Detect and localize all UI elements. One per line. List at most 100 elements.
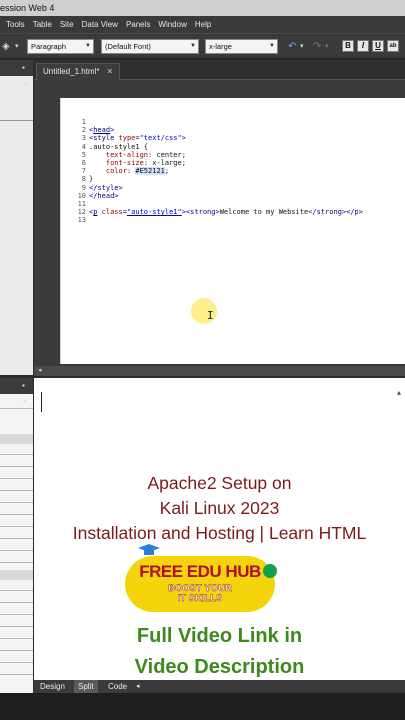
redo-icon[interactable]: ↷ [313, 40, 321, 53]
table-row [0, 590, 33, 591]
line-number: 7 [81, 167, 86, 176]
line-number: 11 [77, 200, 86, 209]
logo-tagline: BOOST YOUR IT SKILLS [125, 583, 275, 604]
preview-icon[interactable]: ◈ [2, 40, 10, 53]
table-row [0, 662, 33, 663]
line-number: 9 [81, 183, 86, 192]
table-row [0, 626, 33, 627]
bold-button[interactable]: B [342, 40, 354, 52]
underline-button[interactable]: U [372, 40, 384, 52]
graduation-cap-icon [138, 544, 160, 555]
scroll-left-icon[interactable]: ◂ [38, 366, 42, 376]
code-line: <style type="text/css"> [89, 134, 186, 143]
close-tab-icon[interactable]: ✕ [106, 67, 113, 76]
view-tabs: Design Split Code ◂ [34, 680, 405, 693]
panel-divider [0, 120, 33, 121]
table-row [0, 502, 33, 503]
line-number: 13 [77, 216, 86, 225]
menu-panels[interactable]: Panels [122, 16, 154, 33]
line-number: 10 [77, 191, 86, 200]
scroll-left-icon[interactable]: ◂ [132, 680, 144, 693]
line-number: 4 [81, 142, 86, 151]
highlight-button[interactable]: ab [387, 40, 399, 52]
code-line: </style> [89, 183, 123, 192]
tab-untitled-1[interactable]: Untitled_1.html* ✕ [36, 63, 121, 80]
document-tab-strip: Untitled_1.html* ✕ [34, 60, 405, 80]
menu-table[interactable]: Table [29, 16, 56, 33]
tab-code[interactable]: Code [104, 680, 131, 693]
italic-button[interactable]: I [357, 40, 369, 52]
menu-data-view[interactable]: Data View [78, 16, 122, 33]
formatting-toolbar: ◈ ▾ Paragraph ▼ (Default Font) ▼ x-large… [0, 33, 405, 59]
close-icon[interactable]: ✕ [22, 79, 29, 88]
left-panel-top-header: ▪ ✕ [0, 60, 33, 88]
table-row [0, 650, 33, 651]
text-caret [41, 392, 42, 412]
chat-bubble-icon [263, 564, 277, 578]
code-line: font-size: x-large; [89, 159, 186, 168]
scroll-up-icon[interactable]: ▴ [397, 388, 401, 397]
pin-icon[interactable]: ▪ [22, 381, 25, 390]
dropdown-arrow-icon[interactable]: ▾ [15, 40, 19, 53]
font-select[interactable]: (Default Font) ▼ [101, 39, 199, 54]
free-edu-hub-logo: FREE EDU HUB BOOST YOUR IT SKILLS [125, 556, 277, 612]
logo-title: FREE EDU HUB [139, 562, 261, 581]
code-line: <p class="auto-style1"><strong>Welcome t… [89, 208, 363, 217]
status-bar [0, 693, 405, 720]
code-view-scrollbar[interactable]: ◂ [34, 366, 405, 376]
table-row [0, 614, 33, 615]
code-line: .auto-style1 { [89, 142, 149, 151]
left-panel-top: ▪ ✕ [0, 60, 33, 375]
menu-site[interactable]: Site [56, 16, 78, 33]
menu-help[interactable]: Help [191, 16, 215, 33]
tab-label: Untitled_1.html* [43, 67, 100, 76]
table-row [0, 514, 33, 515]
chevron-down-icon: ▼ [269, 43, 275, 49]
close-icon[interactable]: ✕ [22, 397, 29, 406]
tab-design[interactable]: Design [36, 680, 69, 693]
line-number: 5 [81, 150, 86, 159]
menu-tools[interactable]: Tools [0, 16, 29, 33]
size-select[interactable]: x-large ▼ [205, 39, 278, 54]
line-number: 8 [81, 175, 86, 184]
line-number: 12 [77, 208, 86, 217]
window-title: ession Web 4 [0, 0, 405, 16]
table-row [0, 538, 33, 539]
tab-split[interactable]: Split [74, 680, 98, 693]
redo-dropdown-icon[interactable]: ▾ [325, 40, 329, 53]
line-number: 2 [81, 126, 86, 135]
table-row [0, 562, 33, 563]
code-content[interactable]: <head> <style type="text/css"> .auto-style… [89, 118, 363, 225]
table-row [0, 478, 33, 479]
left-panel-bottom: ▪ ✕ [0, 378, 33, 693]
table-row [0, 466, 33, 467]
table-row [0, 638, 33, 639]
table-row [0, 526, 33, 527]
line-number: 6 [81, 159, 86, 168]
table-row [0, 674, 33, 675]
code-editor[interactable]: 1 2 3 4 5 6 7 8 9 10 11 12 13 <head> <sty… [60, 98, 405, 364]
code-line: } [89, 175, 94, 184]
line-number: 3 [81, 134, 86, 143]
menu-window[interactable]: Window [154, 16, 190, 33]
style-select[interactable]: Paragraph ▼ [27, 39, 94, 54]
cta-line-1: Full Video Link in [136, 625, 303, 647]
line-numbers: 1 2 3 4 5 6 7 8 9 10 11 12 13 [61, 118, 87, 225]
font-select-value: (Default Font) [105, 42, 151, 51]
text-cursor-icon: I [207, 309, 214, 322]
design-view[interactable]: ▴ Apache2 Setup on Kali Linux 2023 Insta… [34, 378, 405, 680]
cta-line-2: Video Description [134, 656, 305, 678]
pin-icon[interactable]: ▪ [22, 63, 25, 72]
undo-dropdown-icon[interactable]: ▾ [300, 40, 304, 53]
left-panel-bottom-header: ▪ ✕ [0, 378, 33, 406]
color-value[interactable]: #E52121 [135, 167, 165, 176]
code-line: </head> [89, 191, 119, 200]
panel-header-row [0, 434, 33, 444]
table-row [0, 602, 33, 603]
undo-icon[interactable]: ↶ [288, 40, 296, 53]
table-row-selected [0, 570, 33, 580]
headline-line-3: Installation and Hosting | Learn HTML [72, 523, 367, 543]
